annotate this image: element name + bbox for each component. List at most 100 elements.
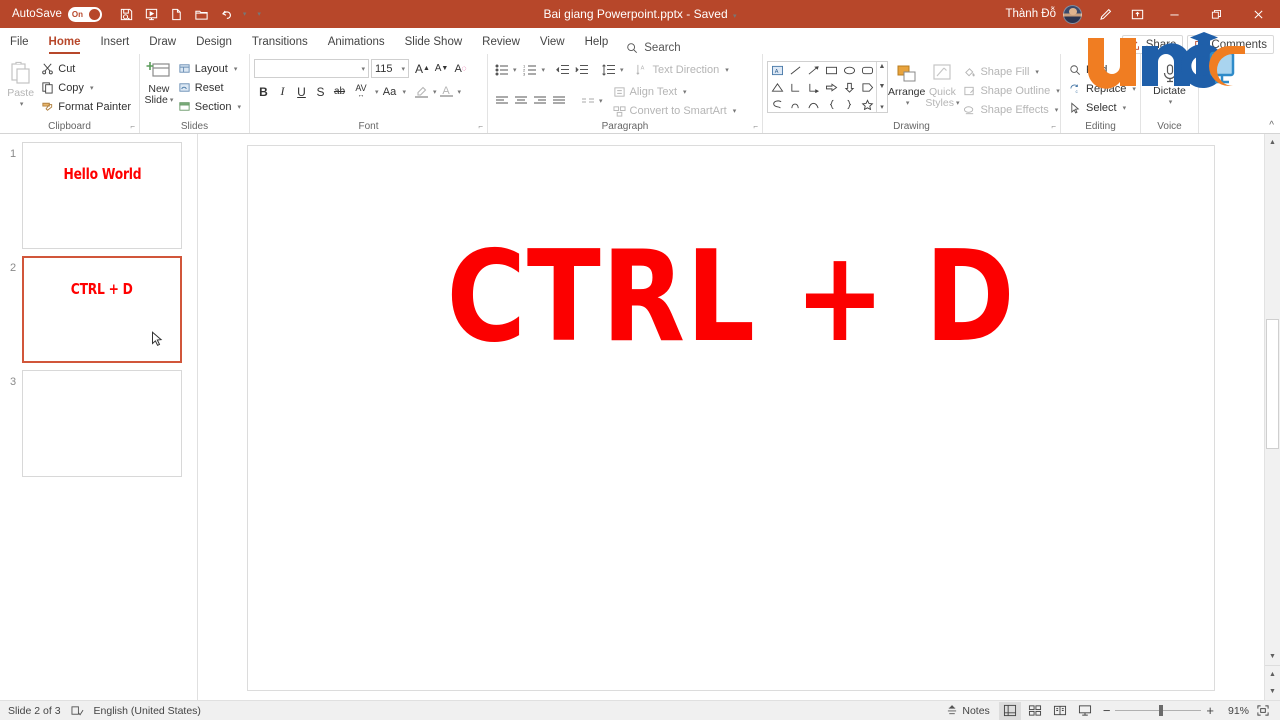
dictate-dropdown-icon[interactable]: ▾ (1169, 97, 1173, 108)
shape-elbow-arrow-connector[interactable] (804, 79, 822, 96)
zoom-out-button[interactable]: − (1103, 703, 1111, 718)
shape-scribble[interactable] (768, 96, 786, 113)
bold-button[interactable]: B (254, 82, 273, 101)
increase-indent-button[interactable] (572, 60, 591, 79)
thumbnail-row-1[interactable]: 1 Hello World (0, 142, 197, 249)
vertical-scrollbar[interactable]: ▲ ▼ ▲ ▼ (1264, 134, 1280, 700)
text-direction-button[interactable]: A Text Direction ▾ (632, 60, 733, 79)
tab-design[interactable]: Design (186, 30, 242, 54)
shrink-font-button[interactable]: A ▼ (432, 59, 451, 78)
find-button[interactable]: Find (1065, 60, 1140, 79)
tab-home[interactable]: Home (39, 30, 91, 54)
quick-styles-button[interactable]: Quick Styles ▾ (925, 59, 959, 109)
document-save-status[interactable]: Saved (694, 7, 728, 21)
current-slide[interactable]: CTRL + D (247, 145, 1215, 691)
underline-button[interactable]: U (292, 82, 311, 101)
character-spacing-button[interactable]: AV ↔ (349, 82, 373, 101)
grow-font-button[interactable]: A ▲ (413, 59, 432, 78)
minimize-button[interactable] (1154, 0, 1194, 28)
share-button[interactable]: Share (1121, 35, 1184, 54)
new-file-icon[interactable] (166, 3, 188, 25)
shape-star[interactable] (858, 96, 876, 113)
shapes-gallery-scroll[interactable]: ▲ ▼ ▾ (876, 62, 887, 112)
replace-button[interactable]: c Replace ▾ (1065, 79, 1140, 98)
slide-editing-area[interactable]: CTRL + D (198, 134, 1264, 700)
open-folder-icon[interactable] (191, 3, 213, 25)
zoom-knob[interactable] (1159, 705, 1164, 716)
account-area[interactable]: Thành Đỗ (1005, 4, 1082, 24)
text-direction-dropdown-icon[interactable]: ▾ (725, 66, 729, 74)
autosave-toggle[interactable]: On (67, 6, 102, 22)
save-icon[interactable] (116, 3, 138, 25)
tab-help[interactable]: Help (575, 30, 619, 54)
font-name-input[interactable]: ▾ (254, 59, 369, 78)
thumbnail-row-3[interactable]: 3 (0, 370, 197, 477)
document-title[interactable]: Bai giang Powerpoint.pptx (543, 7, 682, 21)
normal-view-button[interactable] (998, 701, 1021, 720)
change-case-button[interactable]: Aa (379, 82, 401, 101)
tab-draw[interactable]: Draw (139, 30, 186, 54)
layout-button[interactable]: Layout ▾ (174, 59, 245, 78)
comments-button[interactable]: Comments (1187, 35, 1274, 54)
restore-button[interactable] (1196, 0, 1236, 28)
ribbon-display-options-icon[interactable] (1122, 1, 1152, 27)
close-button[interactable] (1238, 0, 1278, 28)
align-right-button[interactable] (530, 92, 549, 111)
start-from-beginning-icon[interactable] (141, 3, 163, 25)
notes-button[interactable]: Notes (940, 702, 995, 720)
shape-effects-dropdown-icon[interactable]: ▾ (1055, 106, 1059, 114)
shape-oval[interactable] (840, 62, 858, 79)
layout-dropdown-icon[interactable]: ▾ (234, 65, 238, 73)
section-button[interactable]: Section ▾ (174, 97, 245, 116)
columns-button[interactable] (578, 92, 597, 111)
tab-slide-show[interactable]: Slide Show (395, 30, 473, 54)
slide-thumbnail-2[interactable]: CTRL + D (22, 256, 182, 363)
bulleted-list-dropdown-icon[interactable]: ▾ (513, 66, 517, 74)
thumbnail-row-2[interactable]: 2 CTRL + D (0, 256, 197, 363)
paste-dropdown-icon[interactable]: ▾ (20, 99, 24, 110)
reset-button[interactable]: Reset (174, 78, 245, 97)
slide-thumbnail-3[interactable] (22, 370, 182, 477)
search-input[interactable]: Search (626, 42, 681, 54)
numbered-list-dropdown-icon[interactable]: ▾ (542, 66, 546, 74)
format-painter-button[interactable]: Format Painter (37, 97, 135, 116)
copy-button[interactable]: Copy ▾ (37, 78, 135, 97)
slide-counter[interactable]: Slide 2 of 3 (8, 705, 61, 717)
shape-down-arrow[interactable] (840, 79, 858, 96)
copy-dropdown-icon[interactable]: ▾ (90, 84, 94, 92)
undo-icon[interactable] (216, 3, 238, 25)
text-highlight-button[interactable] (412, 82, 431, 101)
justify-button[interactable] (549, 92, 568, 111)
font-dialog-launcher[interactable]: ⌐ (478, 122, 483, 131)
scrollbar-thumb[interactable] (1265, 319, 1279, 449)
new-slide-button[interactable]: New Slide ▾ (144, 57, 174, 116)
shape-right-arrow[interactable] (822, 79, 840, 96)
shape-fill-dropdown-icon[interactable]: ▾ (1035, 68, 1039, 76)
paste-button[interactable]: Paste ▾ (4, 57, 37, 116)
tab-animations[interactable]: Animations (318, 30, 395, 54)
text-shadow-button[interactable]: S (311, 82, 330, 101)
align-text-button[interactable]: Align Text ▾ (609, 82, 741, 101)
previous-slide-button[interactable]: ▲ (1265, 666, 1280, 683)
font-color-dropdown-icon[interactable]: ▾ (458, 88, 462, 96)
numbered-list-button[interactable]: 1 2 3 (521, 60, 540, 79)
scrollbar-track[interactable] (1265, 151, 1280, 648)
shape-effects-button[interactable]: Shape Effects ▾ (959, 100, 1063, 119)
align-center-button[interactable] (511, 92, 530, 111)
shape-curve[interactable] (786, 96, 804, 113)
shape-elbow-connector[interactable] (786, 79, 804, 96)
scroll-up-button[interactable]: ▲ (1265, 134, 1280, 151)
shape-rectangle[interactable] (822, 62, 840, 79)
strikethrough-button[interactable]: ab (330, 82, 349, 101)
tab-review[interactable]: Review (472, 30, 530, 54)
font-size-dropdown-icon[interactable]: ▾ (401, 65, 405, 73)
shape-pentagon[interactable] (858, 79, 876, 96)
columns-dropdown-icon[interactable]: ▾ (599, 97, 603, 105)
reading-view-button[interactable] (1049, 702, 1071, 720)
convert-to-smartart-dropdown-icon[interactable]: ▾ (733, 107, 737, 115)
shape-outline-button[interactable]: Shape Outline ▾ (959, 81, 1063, 100)
shapes-gallery[interactable]: A ▲ ▼ ▾ (767, 61, 888, 113)
spellcheck-icon[interactable] (71, 705, 84, 717)
shape-triangle[interactable] (768, 79, 786, 96)
font-size-input[interactable]: 115 ▾ (371, 59, 409, 78)
